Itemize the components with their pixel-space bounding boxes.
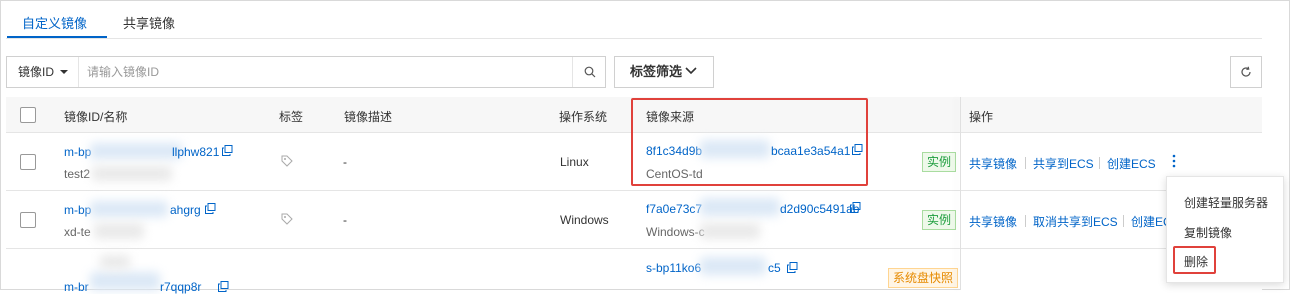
row-actions: 共享镜像 取消共享到ECS 创建EC bbox=[969, 213, 1169, 229]
source-id-link[interactable]: f7a0e73c7 bbox=[646, 202, 702, 216]
col-header-id-name: 镜像ID/名称 bbox=[64, 110, 128, 124]
tab-shared-images[interactable]: 共享镜像 bbox=[123, 13, 175, 32]
share-to-ecs-link[interactable]: 共享到ECS bbox=[1033, 155, 1094, 172]
more-actions-menu: 创建轻量服务器 复制镜像 删除 bbox=[1166, 176, 1284, 283]
create-ecs-link[interactable]: 创建ECS bbox=[1107, 155, 1156, 172]
tabs-divider bbox=[6, 38, 1262, 39]
refresh-button[interactable] bbox=[1230, 56, 1262, 88]
source-name: Windows-c bbox=[646, 225, 705, 239]
redacted-source bbox=[700, 140, 770, 158]
copy-icon[interactable] bbox=[852, 144, 863, 155]
source-id-suffix[interactable]: bcaa1e3a54a1 bbox=[771, 144, 850, 158]
unshare-from-ecs-link[interactable]: 取消共享到ECS bbox=[1033, 213, 1118, 229]
share-image-link[interactable]: 共享镜像 bbox=[969, 155, 1017, 172]
os-value: Linux bbox=[560, 155, 589, 169]
search-button[interactable] bbox=[572, 57, 606, 87]
sticky-column-shadow bbox=[960, 97, 961, 290]
tag-filter-button[interactable]: 标签筛选 bbox=[614, 56, 714, 88]
chevron-down-icon bbox=[685, 67, 697, 75]
search-icon bbox=[584, 66, 596, 78]
image-id-suffix[interactable]: r7qqp8r bbox=[160, 280, 201, 294]
refresh-icon bbox=[1241, 66, 1251, 77]
redacted-name bbox=[94, 223, 144, 239]
tab-custom-images[interactable]: 自定义镜像 bbox=[22, 13, 87, 32]
menu-item-create-lightweight-server[interactable]: 创建轻量服务器 bbox=[1184, 194, 1268, 211]
image-name: test2 bbox=[64, 167, 91, 181]
col-header-tags: 标签 bbox=[279, 110, 304, 124]
col-header-actions: 操作 bbox=[969, 110, 994, 124]
copy-icon[interactable] bbox=[222, 145, 233, 156]
share-image-link[interactable]: 共享镜像 bbox=[969, 213, 1017, 229]
image-id-link[interactable]: m-bp bbox=[64, 145, 91, 159]
redacted-row-content bbox=[100, 255, 130, 269]
col-header-os: 操作系统 bbox=[559, 110, 608, 124]
source-type-badge: 实例 bbox=[922, 210, 957, 230]
search-field-label: 镜像ID bbox=[18, 65, 55, 79]
action-separator bbox=[1025, 215, 1026, 227]
source-id-link[interactable]: 8f1c34d9b bbox=[646, 144, 702, 158]
image-description: - bbox=[343, 213, 347, 227]
image-id-suffix[interactable]: ahgrg bbox=[170, 203, 201, 217]
redacted-id bbox=[90, 272, 160, 290]
image-id-link[interactable]: m-br bbox=[64, 280, 89, 294]
image-name: xd-te bbox=[64, 225, 91, 239]
image-description: - bbox=[343, 155, 347, 169]
redacted-source-name bbox=[700, 223, 760, 239]
copy-icon[interactable] bbox=[218, 281, 229, 292]
tag-icon[interactable] bbox=[281, 213, 293, 225]
copy-icon[interactable] bbox=[787, 262, 798, 273]
source-name: CentOS-td bbox=[646, 167, 703, 181]
redacted-source bbox=[700, 257, 766, 275]
actions-column-header: 操作 bbox=[961, 97, 1262, 133]
search-bar: 镜像ID bbox=[6, 56, 606, 88]
redacted-id bbox=[90, 201, 168, 217]
redacted-name bbox=[92, 166, 172, 181]
action-separator bbox=[1025, 157, 1026, 169]
menu-item-delete[interactable]: 删除 bbox=[1184, 253, 1208, 270]
redacted-source bbox=[700, 198, 780, 216]
copy-icon[interactable] bbox=[850, 202, 861, 213]
more-vertical-icon[interactable] bbox=[1171, 154, 1177, 168]
source-type-badge: 系统盘快照 bbox=[888, 268, 959, 288]
source-type-badge: 实例 bbox=[922, 152, 957, 172]
action-separator bbox=[1123, 215, 1124, 227]
col-header-description: 镜像描述 bbox=[344, 110, 393, 124]
source-id-suffix[interactable]: c5 bbox=[768, 261, 781, 275]
select-all-checkbox[interactable] bbox=[20, 107, 36, 123]
image-id-link[interactable]: m-bp bbox=[64, 203, 91, 217]
create-ecs-link[interactable]: 创建EC bbox=[1131, 213, 1169, 229]
redacted-id bbox=[90, 143, 182, 159]
caret-down-icon bbox=[60, 70, 68, 74]
copy-icon[interactable] bbox=[205, 203, 216, 214]
os-value: Windows bbox=[560, 213, 609, 227]
source-id-link[interactable]: s-bp11ko6 bbox=[646, 261, 701, 275]
search-field-select[interactable]: 镜像ID bbox=[7, 57, 79, 87]
source-id-suffix[interactable]: d2d90c5491ab bbox=[780, 202, 859, 216]
tag-icon[interactable] bbox=[281, 155, 293, 167]
menu-item-copy-image[interactable]: 复制镜像 bbox=[1184, 224, 1232, 241]
image-id-suffix[interactable]: llphw821 bbox=[172, 145, 219, 159]
row-checkbox[interactable] bbox=[20, 212, 36, 228]
row-checkbox[interactable] bbox=[20, 154, 36, 170]
search-input[interactable] bbox=[79, 57, 569, 87]
tag-filter-label: 标签筛选 bbox=[630, 64, 683, 79]
col-header-source: 镜像来源 bbox=[646, 110, 695, 124]
action-separator bbox=[1099, 157, 1100, 169]
